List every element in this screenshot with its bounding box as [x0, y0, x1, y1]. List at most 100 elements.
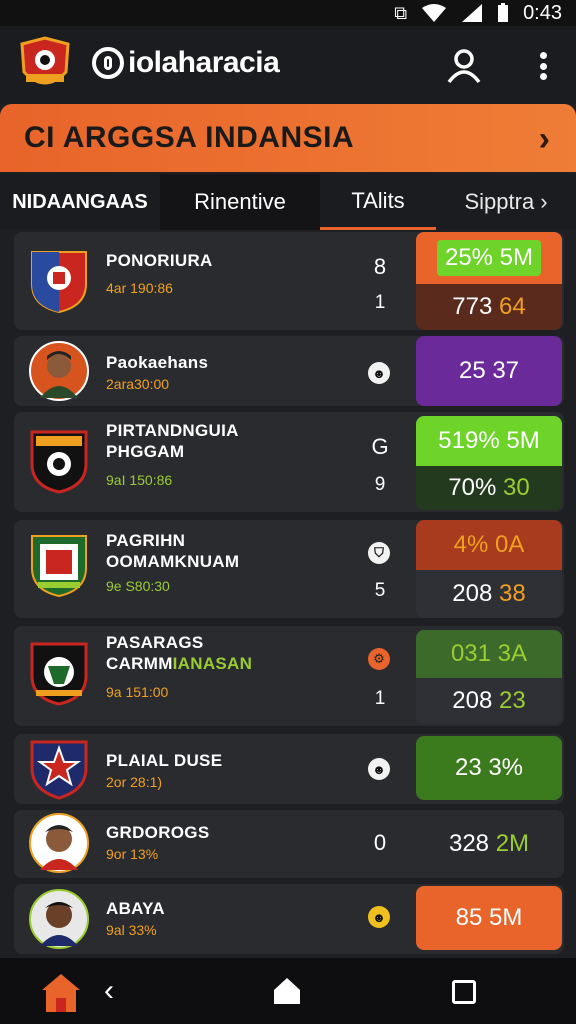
team-name-line1: PASARAGS [106, 633, 204, 652]
team-sub: 9al 33% [106, 922, 157, 938]
stat-bottom-b: 64 [499, 293, 526, 320]
face-icon: ☻ [368, 906, 390, 928]
league-banner[interactable]: CI ARGGSA INDANSIA › [0, 104, 576, 172]
battery-icon [498, 3, 509, 22]
team-name: PONORIURA [106, 251, 213, 270]
team-shield-icon [31, 251, 87, 314]
stat-bottom: 208 38 [416, 570, 562, 618]
team-shield-icon [31, 535, 87, 598]
team-sub: 2ara30:00 [106, 376, 170, 392]
team-name-line2: PHGGAM [106, 442, 185, 461]
stat-value: 85 5M [455, 904, 523, 931]
stat-top-value: 519% 5M [438, 427, 540, 454]
stat-value: 25 37 [458, 357, 520, 384]
stat-single: 85 5M [416, 886, 562, 950]
team-sub: 9or 13% [106, 846, 159, 862]
team-sub: 9a 151:00 [106, 684, 169, 700]
team-score: 0 [373, 830, 387, 855]
tab-3[interactable]: Sipptra › [436, 174, 576, 230]
team-sub-text: 9e S80:30 [106, 578, 170, 594]
stat-bottom: 773 64 [416, 284, 562, 330]
team-name-line2a: CARMM [106, 654, 173, 673]
stat-top: 519% 5M [416, 416, 562, 466]
stat-top: 4% 0A [416, 520, 562, 570]
team-score-bottom: 1 [374, 292, 386, 313]
team-name-line2b: IANASAN [172, 654, 253, 673]
team-sub-text: 9aI 150:86 [106, 472, 173, 488]
stat-top-a: 4% [453, 531, 489, 558]
status-time: 0:43 [523, 1, 562, 24]
stat-bottom-b: 38 [499, 580, 526, 607]
signal-icon [462, 4, 483, 22]
team-row[interactable]: ABAYA 9al 33% ☻ 85 5M [14, 884, 564, 954]
team-name: PASARAGS CARMMIANASAN [106, 632, 252, 674]
banner-title: CI ARGGSA INDANSIA [24, 121, 355, 154]
more-vert-icon[interactable] [528, 48, 558, 84]
nfc-icon: ⧉ [394, 2, 408, 23]
team-row[interactable]: PIRTANDNGUIA PHGGAM 9aI 150:86 G 9 519% … [14, 412, 564, 512]
system-nav-bar: ‹ [0, 958, 576, 1024]
app-bar: iolaharacia [0, 26, 576, 104]
stat-top-value: 25% 5M [436, 240, 542, 276]
user-icon[interactable] [444, 46, 484, 86]
team-row[interactable]: PONORIURA 4ar 190:86 8 1 25% 5M 773 64 [14, 232, 564, 330]
stat-top: 25% 5M [416, 232, 562, 284]
team-row[interactable]: Paokaehans 2ara30:00 ☻ 25 37 [14, 336, 564, 406]
team-shield-icon [30, 740, 88, 800]
team-name: Paokaehans [106, 353, 209, 372]
face-icon: ☻ [368, 758, 390, 780]
chevron-right-icon[interactable]: › [539, 120, 550, 159]
tab-3-label: Sipptra [464, 189, 535, 214]
team-row[interactable]: PAGRIHN OOMAMKNUAM 9e S80:30 ⛉ 5 4% 0A 2… [14, 520, 564, 618]
team-name: GRDOROGS [106, 823, 210, 842]
tab-2-active[interactable]: TAlits [320, 174, 436, 230]
stat-bottom-a: 208 [452, 687, 493, 714]
team-row[interactable]: GRDOROGS 9or 13% 0 328 2M [14, 810, 564, 878]
team-score-bottom: 5 [374, 580, 386, 601]
back-icon[interactable]: ‹ [104, 974, 114, 1008]
stat-top: 031 3A [416, 630, 562, 678]
team-name: PLAIAL DUSE [106, 751, 223, 770]
team-score-bottom: 9 [374, 474, 386, 495]
face-icon: ☻ [368, 362, 390, 384]
stat-b: 2M [495, 830, 530, 857]
chevron-right-icon: › [540, 189, 548, 214]
home-icon[interactable] [272, 976, 302, 1006]
gear-icon: ⚙ [368, 648, 390, 670]
stat-bottom: 70% 30 [416, 466, 562, 510]
team-name-line1: PIRTANDNGUIA [106, 421, 239, 440]
team-name-line1: PAGRIHN [106, 531, 186, 550]
team-shield-icon [30, 430, 88, 494]
tab-bar: NIDAANGAAS Rinentive TAlits Sipptra › [0, 174, 576, 230]
stat-bottom-b: 23 [499, 687, 526, 714]
recents-icon[interactable] [452, 980, 476, 1004]
tab-1[interactable]: Rinentive [160, 174, 320, 230]
shield-icon: ⛉ [368, 542, 390, 564]
stat-bottom-a: 773 [452, 293, 493, 320]
team-name: ABAYA [106, 899, 165, 918]
home-app-icon[interactable] [40, 972, 82, 1014]
player-avatar [29, 889, 89, 949]
player-avatar [29, 341, 89, 401]
team-score-bottom: 1 [374, 688, 386, 709]
club-crest-logo[interactable] [16, 36, 74, 94]
team-name-line2: OOMAMKNUAM [106, 552, 240, 571]
player-avatar [29, 813, 89, 873]
status-bar: ⧉ 0:43 [0, 0, 576, 26]
tab-0[interactable]: NIDAANGAAS [0, 174, 160, 230]
stat-a: 328 [448, 830, 490, 857]
stat-bottom: 208 23 [416, 678, 562, 724]
stat-top-b: 0A [495, 531, 525, 558]
stat-bottom-a: 208 [452, 580, 493, 607]
team-sub: 9aI 150:86 [106, 472, 172, 488]
stat-single: 23 3% [416, 736, 562, 800]
stat-top-value: 031 3A [450, 640, 528, 667]
team-row[interactable]: PASARAGS CARMMIANASAN 9a 151:00 ⚙ 1 031 … [14, 626, 564, 726]
app-title-text: iolaharacia [128, 46, 280, 79]
stat-value: 23 3% [454, 754, 524, 781]
team-score-top: 8 [373, 254, 387, 279]
stat-single: 328 2M [416, 810, 562, 878]
team-row[interactable]: PLAIAL DUSE 2or 28:1) ☻ 23 3% [14, 734, 564, 804]
team-name: PAGRIHN OOMAMKNUAM [106, 530, 239, 572]
app-logo-icon [92, 47, 124, 79]
